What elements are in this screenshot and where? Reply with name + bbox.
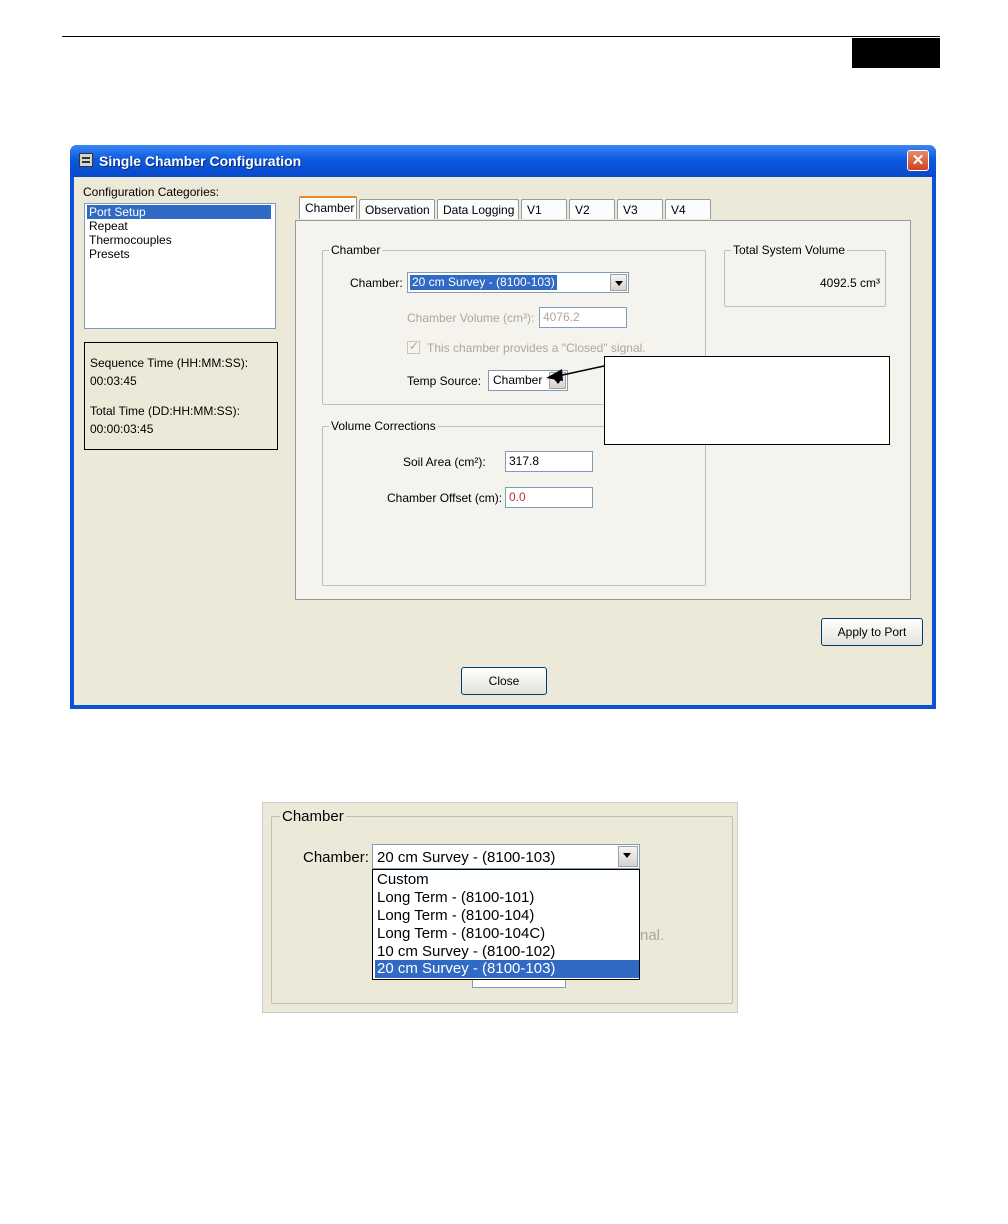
chamber-options-list[interactable]: Custom Long Term - (8100-101) Long Term … (372, 869, 640, 980)
chamber-option-long-term-101[interactable]: Long Term - (8100-101) (375, 889, 534, 907)
chamber-option-long-term-104c[interactable]: Long Term - (8100-104C) (375, 925, 545, 943)
chamber-option-custom[interactable]: Custom (375, 871, 429, 889)
chamber-option-10cm-survey[interactable]: 10 cm Survey - (8100-102) (375, 943, 555, 961)
chamber-option-20cm-survey[interactable]: 20 cm Survey - (8100-103) (375, 960, 639, 978)
inset-chamber-group: Chamber Chamber: 20 cm Survey - (8100-10… (271, 808, 733, 1004)
inset-group-title: Chamber (280, 808, 346, 825)
inset-chamber-select[interactable]: 20 cm Survey - (8100-103) (372, 844, 640, 869)
inset-chamber-label: Chamber: (303, 849, 369, 866)
callout-arrow (546, 365, 605, 381)
chamber-dropdown-inset: Chamber Chamber: 20 cm Survey - (8100-10… (262, 802, 738, 1013)
chamber-option-long-term-104[interactable]: Long Term - (8100-104) (375, 907, 534, 925)
chevron-down-icon[interactable] (618, 846, 638, 867)
inset-partial-signal-text: nal. (640, 927, 665, 944)
inset-chamber-select-value: 20 cm Survey - (8100-103) (377, 849, 556, 866)
